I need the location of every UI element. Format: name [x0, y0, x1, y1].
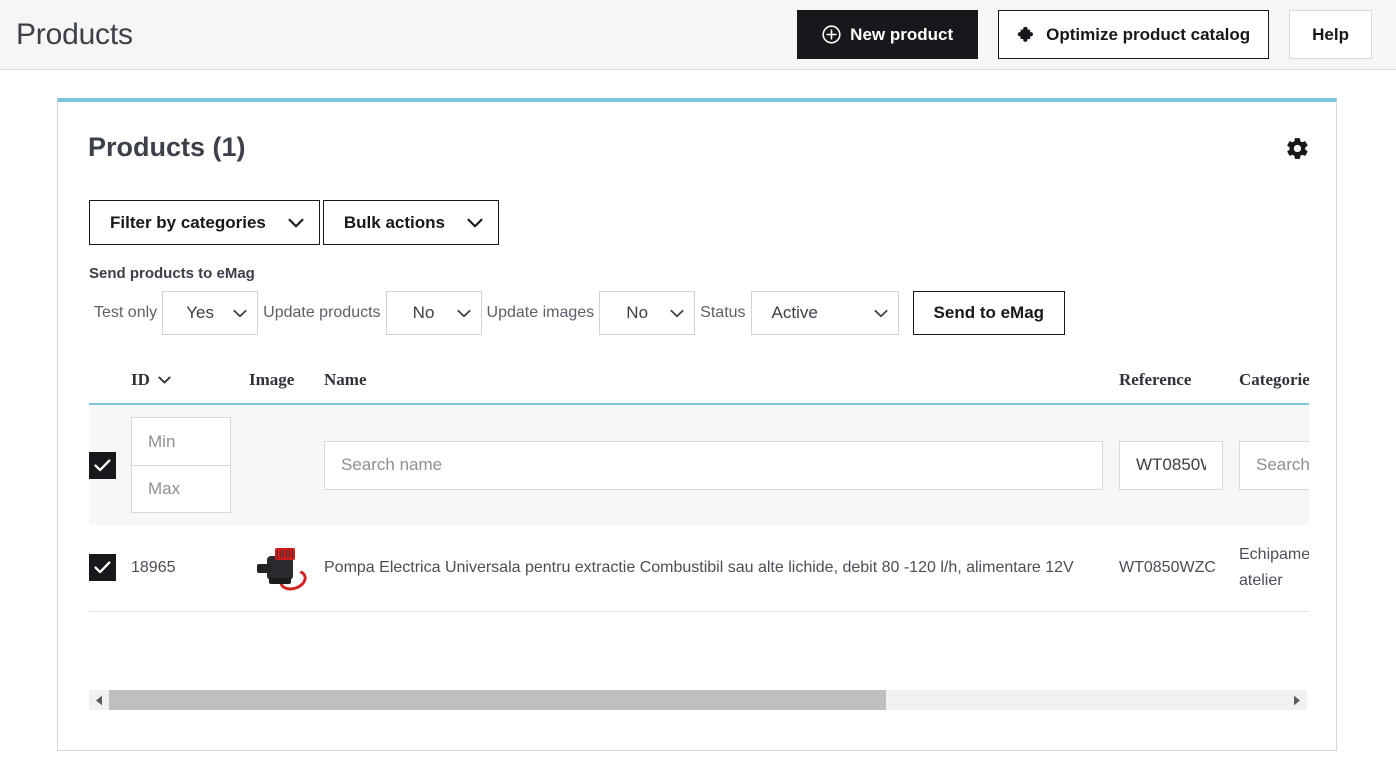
help-label: Help: [1312, 24, 1349, 44]
puzzle-piece-icon: [1017, 25, 1037, 45]
scrollbar-track[interactable]: [109, 690, 1287, 710]
th-select: [89, 370, 131, 404]
row-image-cell: [249, 525, 324, 612]
filter-reference-cell: [1119, 404, 1239, 525]
table-horizontal-scrollbar[interactable]: [89, 690, 1307, 710]
th-categories: Categories: [1239, 370, 1309, 389]
help-button[interactable]: Help: [1289, 10, 1372, 59]
send-products-title: Send products to eMag: [89, 265, 255, 282]
optimize-catalog-button[interactable]: Optimize product catalog: [998, 10, 1270, 59]
th-reference: Reference: [1119, 370, 1192, 389]
filter-category-cell: [1239, 404, 1309, 525]
select-all-checkbox[interactable]: [89, 451, 116, 479]
chevron-down-icon: [288, 218, 304, 228]
card-title: Products (1): [88, 132, 246, 162]
products-table: ID Image Name Reference Categories Min M…: [89, 370, 1309, 612]
row-reference: WT0850WZC: [1119, 525, 1239, 612]
filter-by-categories-dropdown[interactable]: Filter by categories: [89, 200, 320, 245]
test-only-label: Test only: [94, 304, 158, 321]
row-category: Echipamente pentru atelier: [1239, 525, 1309, 612]
status-value: Active: [771, 303, 818, 322]
filter-button-row: Filter by categories Bulk actions: [89, 200, 1336, 245]
arrow-right-icon[interactable]: [1287, 690, 1307, 710]
search-reference-input[interactable]: [1119, 440, 1223, 490]
th-image: Image: [249, 370, 295, 389]
status-select[interactable]: Active: [750, 291, 899, 335]
search-category-input[interactable]: [1239, 440, 1309, 490]
new-product-button[interactable]: New product: [797, 10, 979, 59]
test-only-value: Yes: [186, 303, 214, 322]
update-products-value: No: [412, 303, 435, 322]
send-products-controls: Test only Yes Update products No Update …: [89, 291, 1336, 335]
optimize-catalog-label: Optimize product catalog: [1046, 24, 1251, 44]
chevron-down-icon: [873, 303, 888, 323]
th-id-label: ID: [131, 370, 150, 389]
header-actions: New product Optimize product catalog Hel…: [797, 10, 1372, 59]
update-images-label: Update images: [486, 304, 595, 321]
chevron-down-icon: [233, 303, 247, 323]
chevron-down-icon: [456, 303, 471, 323]
table-row[interactable]: 18965 Pompa Electrica Universala pentru …: [89, 525, 1309, 612]
page-title: Products: [16, 17, 133, 51]
filter-select-all-cell: [89, 404, 131, 525]
test-only-select[interactable]: Yes: [162, 291, 259, 335]
chevron-down-icon: [670, 303, 684, 323]
table-head: ID Image Name Reference Categories: [89, 370, 1309, 404]
filter-image-cell: [249, 404, 324, 525]
table-filter-row: [89, 404, 1309, 525]
filter-by-categories-label: Filter by categories: [110, 212, 266, 232]
update-products-label: Update products: [263, 304, 381, 321]
arrow-left-icon[interactable]: [89, 690, 109, 710]
id-min-input[interactable]: [131, 417, 231, 465]
th-name: Name: [324, 370, 367, 389]
row-id: 18965: [131, 525, 249, 612]
filter-name-cell: [324, 404, 1119, 525]
status-label: Status: [700, 304, 746, 321]
new-product-label: New product: [850, 24, 954, 44]
send-to-emag-label: Send to eMag: [933, 303, 1045, 322]
gear-icon[interactable]: [1285, 136, 1310, 161]
bulk-actions-dropdown[interactable]: Bulk actions: [322, 200, 499, 245]
id-max-input[interactable]: [131, 465, 231, 513]
bulk-actions-label: Bulk actions: [343, 212, 445, 232]
scrollbar-thumb[interactable]: [109, 690, 887, 710]
product-thumbnail: [249, 544, 311, 594]
update-images-select[interactable]: No: [599, 291, 696, 335]
search-name-input[interactable]: [324, 440, 1103, 490]
products-card: Products (1) Filter by categories Bulk a…: [57, 98, 1337, 751]
th-id[interactable]: ID: [131, 370, 249, 404]
update-products-select[interactable]: No: [385, 291, 482, 335]
table-header-row: ID Image Name Reference Categories: [89, 370, 1309, 404]
id-range-filter: [131, 417, 231, 513]
row-product-name[interactable]: Pompa Electrica Universala pentru extrac…: [324, 525, 1119, 612]
table-body: 18965 Pompa Electrica Universala pentru …: [89, 404, 1309, 612]
chevron-down-icon: [467, 218, 483, 228]
row-select-cell: [89, 525, 131, 612]
products-table-container: ID Image Name Reference Categories Min M…: [89, 370, 1309, 612]
chevron-down-icon[interactable]: [158, 376, 171, 384]
update-images-value: No: [626, 303, 649, 322]
plus-circle-icon: [822, 25, 841, 44]
row-checkbox[interactable]: [89, 554, 116, 582]
send-products-section: Send products to eMag Test only Yes Upda…: [89, 265, 1336, 335]
card-header: Products (1): [58, 102, 1336, 163]
top-header-bar: Products New product Optimize product ca…: [0, 0, 1396, 70]
filter-id-cell: [131, 404, 249, 525]
send-to-emag-button[interactable]: Send to eMag: [912, 291, 1066, 335]
